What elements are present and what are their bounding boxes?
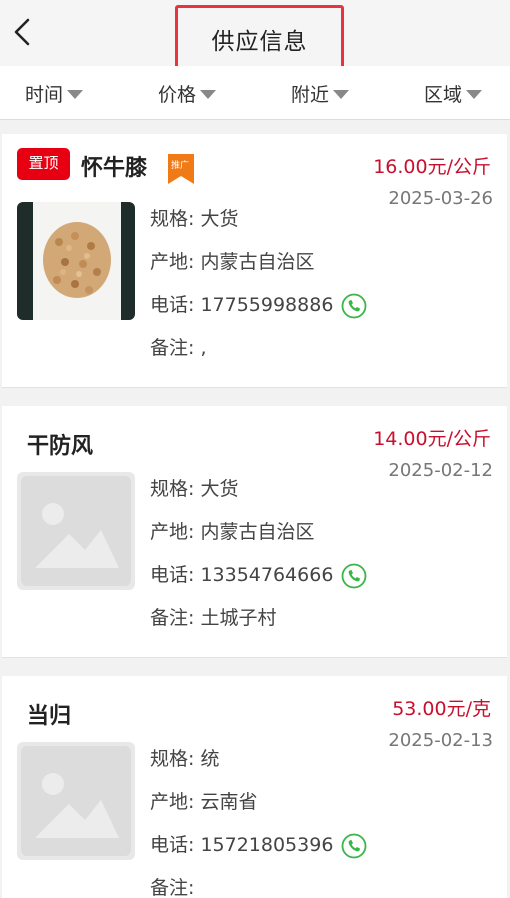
listing-phone-row: 电话: 17755998886	[150, 290, 367, 319]
listing-spec: 规格: 统	[150, 748, 220, 770]
filter-bar: 时间 价格 附近 区域	[0, 66, 510, 120]
listing-origin: 产地: 云南省	[150, 791, 258, 813]
listing-note: 备注: 土城子村	[150, 607, 277, 629]
listing-date: 2025-02-13	[388, 730, 493, 751]
phone-call-icon[interactable]	[341, 833, 367, 859]
image-placeholder-icon	[17, 742, 135, 860]
filter-time-label: 时间	[25, 83, 64, 106]
listing-price: 14.00元/公斤	[373, 428, 491, 450]
listing-card[interactable]: 干防风 14.00元/公斤 2025-02-12 规格: 大货 产地: 内蒙古自…	[2, 406, 507, 658]
listing-phone[interactable]: 电话: 13354764666	[150, 564, 333, 586]
pinned-badge: 置顶	[17, 148, 70, 180]
filter-nearby[interactable]: 附近	[291, 80, 350, 106]
filter-time[interactable]: 时间	[25, 80, 84, 106]
chevron-left-icon	[14, 18, 30, 46]
listing-date: 2025-03-26	[388, 188, 493, 209]
listing-card[interactable]: 当归 53.00元/克 2025-02-13 规格: 统 产地: 云南省 电话:…	[2, 676, 507, 898]
listing-spec: 规格: 大货	[150, 478, 239, 500]
filter-price-label: 价格	[158, 83, 197, 106]
image-placeholder-icon	[17, 472, 135, 590]
listing-name: 当归	[27, 704, 72, 729]
filter-region[interactable]: 区域	[424, 80, 483, 106]
filter-nearby-label: 附近	[291, 83, 330, 106]
listing-phone[interactable]: 电话: 15721805396	[150, 834, 333, 856]
listing-phone-row: 电话: 15721805396	[150, 830, 367, 859]
product-photo	[17, 202, 135, 320]
phone-call-icon[interactable]	[341, 563, 367, 589]
listing-phone[interactable]: 电话: 17755998886	[150, 294, 333, 316]
dropdown-arrow-icon	[333, 89, 350, 99]
phone-call-icon[interactable]	[341, 293, 367, 319]
app-header: 供应信息	[0, 0, 510, 72]
listing-spec: 规格: 大货	[150, 208, 239, 230]
page-title: 供应信息	[211, 29, 308, 55]
filter-region-label: 区域	[424, 83, 463, 106]
back-button[interactable]	[8, 14, 36, 50]
dropdown-arrow-icon	[466, 89, 483, 99]
listing-origin: 产地: 内蒙古自治区	[150, 521, 315, 543]
listing-phone-row: 电话: 13354764666	[150, 560, 367, 589]
listing-price: 16.00元/公斤	[373, 156, 491, 178]
dropdown-arrow-icon	[200, 89, 217, 99]
listing-name: 干防风	[27, 434, 94, 459]
listing-note: 备注:	[150, 877, 195, 898]
listing-card[interactable]: 置顶 怀牛膝 推广 16.00元/公斤 2025-03-26 规格: 大货 产地…	[2, 134, 507, 388]
promo-badge: 推广	[168, 154, 194, 184]
listing-date: 2025-02-12	[388, 460, 493, 481]
listing-price: 53.00元/克	[392, 698, 491, 720]
filter-price[interactable]: 价格	[158, 80, 217, 106]
listing-name: 怀牛膝	[81, 156, 148, 181]
listing-note: 备注: ,	[150, 337, 207, 359]
dropdown-arrow-icon	[67, 89, 84, 99]
title-highlight-box: 供应信息	[175, 5, 344, 72]
listing-origin: 产地: 内蒙古自治区	[150, 251, 315, 273]
promo-badge-label: 推广	[171, 161, 190, 171]
